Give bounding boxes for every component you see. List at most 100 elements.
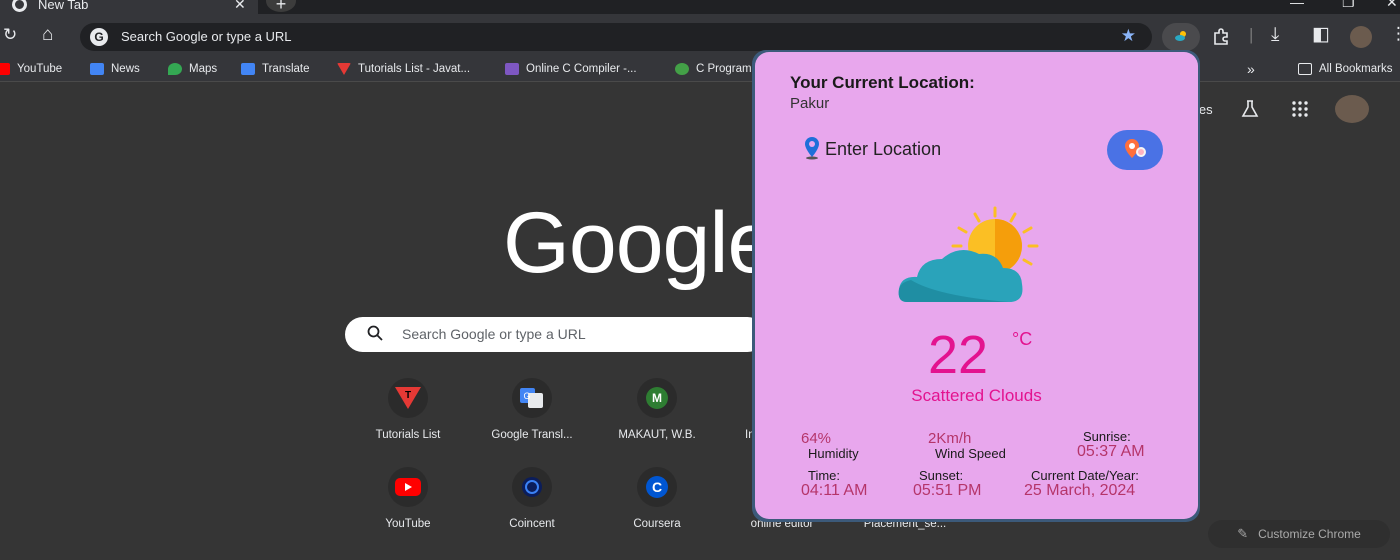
- bookmark-tutorials[interactable]: Tutorials List - Javat...: [337, 59, 470, 79]
- folder-icon: [1298, 63, 1312, 75]
- bookmark-label: News: [111, 63, 140, 75]
- scattered-clouds-weather-icon: [898, 206, 1039, 302]
- bookmark-youtube[interactable]: YouTube: [0, 59, 62, 79]
- profile-avatar[interactable]: [1350, 26, 1372, 48]
- c-program-icon: [675, 63, 689, 75]
- shortcut-coursera[interactable]: C Coursera: [602, 467, 712, 537]
- temperature-unit: °C: [1012, 329, 1033, 349]
- shortcut-label: Coincent: [509, 518, 555, 530]
- shortcut-tile: M: [637, 378, 677, 418]
- shortcut-tile: C: [637, 467, 677, 507]
- restore-icon[interactable]: ❐: [1342, 0, 1355, 11]
- download-icon[interactable]: ⤓: [1271, 24, 1279, 46]
- current-location-heading: Your Current Location:: [790, 73, 975, 92]
- shortcut-label: Google Transl...: [491, 429, 573, 441]
- bookmark-translate[interactable]: Translate: [241, 59, 310, 79]
- svg-text:T: T: [405, 390, 411, 401]
- labs-flask-icon[interactable]: [1239, 98, 1261, 120]
- shortcut-tile: [512, 467, 552, 507]
- bookmark-label: Tutorials List - Javat...: [358, 63, 471, 75]
- google-g-icon: G: [90, 28, 108, 46]
- shortcut-youtube[interactable]: YouTube: [353, 467, 463, 537]
- shortcut-tutorials-list[interactable]: T Tutorials List: [353, 378, 463, 448]
- shortcut-label: Coursera: [633, 518, 681, 530]
- tab-close-icon[interactable]: ✕: [234, 0, 246, 13]
- sunrise-label: Sunrise:: [1083, 429, 1131, 444]
- browser-window: New Tab ✕ + — ❐ ✕ ↻ ⌂ G Search Google or…: [0, 0, 1400, 560]
- location-input[interactable]: Enter Location: [825, 139, 941, 160]
- all-bookmarks-folder[interactable]: All Bookmarks: [1298, 59, 1393, 79]
- minimize-icon[interactable]: —: [1290, 0, 1304, 10]
- youtube-icon: [395, 478, 421, 496]
- makaut-icon: M: [646, 387, 668, 409]
- reload-icon[interactable]: ↻: [3, 25, 17, 45]
- bookmark-label: Maps: [189, 63, 218, 75]
- weather-popup: Your Current Location: Pakur Enter Locat…: [755, 52, 1198, 519]
- shortcut-coincent[interactable]: Coincent: [477, 467, 587, 537]
- bookmark-online-c-compiler[interactable]: Online C Compiler -...: [505, 59, 637, 79]
- bookmark-label: YouTube: [17, 63, 63, 75]
- bookmark-star-icon[interactable]: ★: [1121, 26, 1136, 46]
- humidity-label: Humidity: [808, 446, 859, 461]
- bookmark-label: Online C Compiler -...: [526, 63, 637, 75]
- ntp-search-placeholder: Search Google or type a URL: [402, 326, 586, 342]
- javatpoint-icon: [337, 63, 351, 75]
- tab-strip: New Tab ✕ + — ❐ ✕: [0, 0, 1400, 14]
- svg-text:G: G: [523, 391, 530, 401]
- current-date-label: Current Date/Year:: [1031, 468, 1139, 483]
- weather-extension-button[interactable]: [1162, 23, 1200, 51]
- location-pin-icon: [805, 137, 819, 160]
- bookmarks-overflow-icon[interactable]: »: [1247, 59, 1255, 79]
- side-panel-icon[interactable]: ◧: [1312, 23, 1330, 46]
- tab-new-tab[interactable]: New Tab ✕: [0, 0, 258, 14]
- sunset-value: 05:51 PM: [913, 482, 982, 499]
- bookmark-maps[interactable]: Maps: [168, 59, 217, 79]
- youtube-icon: [0, 63, 10, 75]
- wind-speed-value: 2Km/h: [928, 430, 972, 447]
- search-icon: [367, 325, 383, 341]
- extensions-puzzle-icon[interactable]: [1212, 28, 1230, 46]
- shortcut-label: Tutorials List: [375, 429, 441, 441]
- shortcut-tile: [388, 467, 428, 507]
- pencil-icon: ✎: [1237, 526, 1249, 541]
- current-date-value: 25 March, 2024: [1024, 482, 1136, 499]
- time-value: 04:11 AM: [801, 482, 868, 499]
- omnibox[interactable]: G Search Google or type a URL ★: [80, 23, 1152, 51]
- map-pin-search-icon: [1125, 139, 1146, 158]
- shortcut-tile: T: [388, 378, 428, 418]
- new-tab-button[interactable]: +: [266, 0, 296, 14]
- customize-chrome-button[interactable]: ✎ Customize Chrome: [1208, 520, 1390, 548]
- compiler-icon: [505, 63, 519, 75]
- google-logo: Google: [503, 195, 775, 291]
- wind-speed-label: Wind Speed: [935, 446, 1006, 461]
- weather-description: Scattered Clouds: [911, 386, 1042, 405]
- coursera-icon: C: [646, 476, 668, 498]
- current-location-name: Pakur: [790, 95, 830, 112]
- customize-chrome-label: Customize Chrome: [1258, 527, 1361, 541]
- all-bookmarks-label: All Bookmarks: [1319, 63, 1393, 75]
- search-location-button[interactable]: [1107, 130, 1163, 170]
- menu-icon[interactable]: ⋮: [1390, 24, 1400, 44]
- weather-extension-icon: [1175, 31, 1186, 41]
- maps-icon: [168, 63, 182, 75]
- shortcut-google-translate[interactable]: G Google Transl...: [477, 378, 587, 448]
- tab-title: New Tab: [38, 0, 89, 12]
- close-window-icon[interactable]: ✕: [1386, 0, 1398, 11]
- bookmark-c-program[interactable]: C Program: [675, 59, 752, 79]
- shortcut-makaut[interactable]: M MAKAUT, W.B.: [602, 378, 712, 448]
- bookmark-news[interactable]: News: [90, 59, 140, 79]
- home-icon[interactable]: ⌂: [42, 24, 53, 46]
- translate-icon: G: [520, 388, 543, 408]
- shortcut-tile: G: [512, 378, 552, 418]
- ntp-profile-avatar[interactable]: [1334, 95, 1369, 123]
- translate-icon: [241, 63, 255, 75]
- bookmark-label: Translate: [262, 63, 310, 75]
- sunset-label: Sunset:: [919, 468, 964, 483]
- ntp-search-box[interactable]: Search Google or type a URL: [345, 317, 765, 352]
- omnibox-text: Search Google or type a URL: [121, 29, 292, 44]
- bookmark-label: C Program: [696, 63, 752, 75]
- time-label: Time:: [808, 468, 841, 483]
- svg-text:C: C: [652, 479, 662, 495]
- apps-grid-icon[interactable]: [1291, 100, 1309, 118]
- toolbar-divider: |: [1249, 25, 1254, 44]
